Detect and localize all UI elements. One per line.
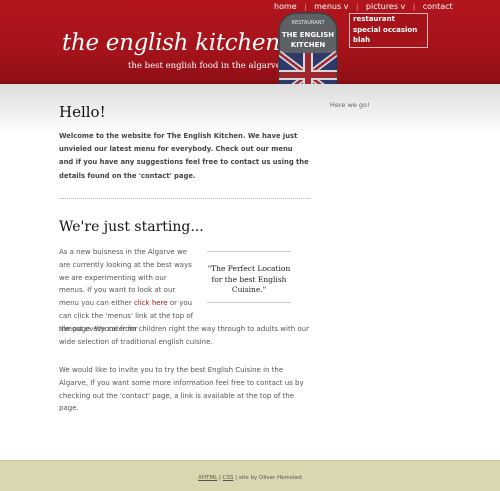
sidebar-note: Here we go! — [330, 101, 370, 109]
intro-paragraph: Welcome to the website for The English K… — [59, 132, 309, 180]
footer-credits: XHTML | CSS | site by Oliver Hemsted — [0, 475, 500, 481]
svg-text:RESTAURANT: RESTAURANT — [291, 20, 325, 26]
css-link[interactable]: CSS — [223, 475, 234, 481]
quote-box: "The Perfect Location for the best Engli… — [207, 251, 291, 303]
svg-text:THE ENGLISH: THE ENGLISH — [282, 31, 334, 39]
site-footer: XHTML | CSS | site by Oliver Hemsted — [0, 460, 500, 491]
site-header: home | menus v | pictures v | contact re… — [0, 0, 500, 84]
nav-separator: | — [356, 3, 359, 11]
section-divider — [59, 198, 310, 199]
nav-contact[interactable]: contact — [423, 2, 453, 11]
site-tagline: the best english food in the algarve — [128, 61, 281, 71]
starting-paragraph-continued: almost everyone from children right the … — [59, 325, 309, 346]
footer-separator: | — [235, 475, 238, 481]
footer-separator: | — [219, 475, 221, 481]
starting-heading: We're just starting... — [59, 219, 204, 235]
dropdown-item-restaurant[interactable]: restaurant — [350, 14, 427, 25]
menus-dropdown: restaurant special occasion blah — [349, 13, 428, 48]
site-logo[interactable]: the english kitchen — [62, 30, 280, 56]
nav-pictures[interactable]: pictures v — [366, 2, 405, 11]
pull-quote: "The Perfect Location for the best Engli… — [207, 264, 291, 294]
hello-heading: Hello! — [59, 103, 106, 121]
footer-credit: site by Oliver Hemsted — [238, 475, 302, 481]
nav-separator: | — [412, 3, 416, 11]
invite-paragraph: We would like to invite you to try the b… — [59, 366, 304, 413]
click-here-link[interactable]: click here — [134, 299, 168, 307]
dropdown-item-special-occasion[interactable]: special occasion — [350, 25, 427, 36]
xhtml-link[interactable]: XHTML — [198, 475, 217, 481]
svg-text:KITCHEN: KITCHEN — [291, 41, 326, 49]
dropdown-item-blah[interactable]: blah — [350, 35, 427, 46]
